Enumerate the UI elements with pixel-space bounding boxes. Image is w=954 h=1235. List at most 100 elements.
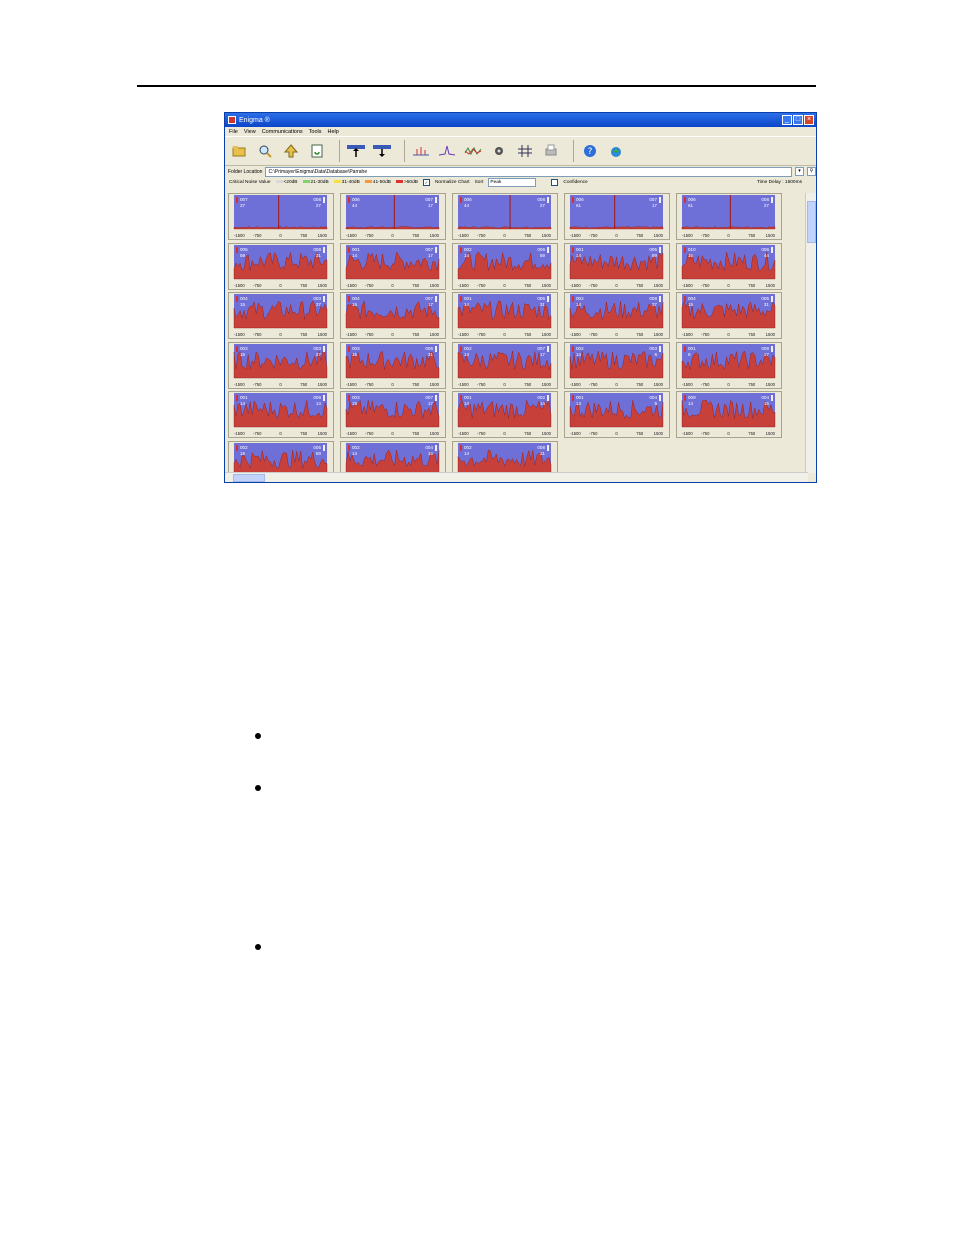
correlation-chart[interactable]: 001 008 8 27 -1500 -750 0 750 1500: [676, 341, 782, 389]
menu-tools[interactable]: Tools: [309, 129, 322, 135]
correlation-chart[interactable]: 005 008 59 31 -1500 -750 0 750 1500: [228, 242, 334, 290]
scroll-thumb[interactable]: [233, 474, 265, 482]
logger-id-right: 008: [537, 197, 545, 202]
vertical-scrollbar[interactable]: [805, 193, 816, 473]
noise-value-left: 14: [352, 253, 358, 258]
correlation-chart[interactable]: 001 005 14 59 -1500 -750 0 750 1500: [564, 242, 670, 290]
axis-tick-label: 750: [748, 233, 756, 238]
correlation-chart[interactable]: 001 007 14 17 -1500 -750 0 750 1500: [340, 242, 446, 290]
correlation-chart[interactable]: 007 008 37 27 -1500 -750 0 750 1500: [228, 193, 334, 240]
axis-tick-label: 0: [279, 283, 282, 288]
print-icon[interactable]: [541, 141, 561, 161]
axis-tick-label: -1500: [234, 332, 245, 337]
spectrum-icon[interactable]: [411, 141, 431, 161]
correlation-chart[interactable]: 006 008 61 27 -1500 -750 0 750 1500: [676, 193, 782, 240]
correlation-chart[interactable]: 004 003 15 27 -1500 -750 0 750 1500: [228, 292, 334, 339]
correlation-chart[interactable]: 009 004 14 15 -1500 -750 0 750 1500: [676, 391, 782, 438]
logger-id-right: 006: [425, 346, 433, 351]
help-icon[interactable]: ?: [580, 141, 600, 161]
logger-id-right: 007: [649, 197, 657, 202]
logger-marker: [323, 395, 325, 401]
menu-view[interactable]: View: [244, 129, 256, 135]
menu-communications[interactable]: Communications: [262, 129, 303, 135]
axis-tick-label: -750: [701, 332, 710, 337]
noise-value-right: 17: [652, 203, 658, 208]
axis-tick-label: 0: [391, 332, 394, 337]
correlation-chart[interactable]: 001 002 14 14 -1500 -750 0 750 1500: [452, 391, 558, 438]
axis-tick-label: -750: [253, 382, 262, 387]
noise-value-right: 59: [652, 253, 658, 258]
logger-marker: [572, 246, 574, 253]
horizontal-scrollbar[interactable]: [225, 472, 808, 482]
menu-help[interactable]: Help: [328, 129, 339, 135]
axis-tick-label: -750: [701, 283, 710, 288]
correlation-chart[interactable]: 001 009 14 14 -1500 -750 0 750 1500: [228, 391, 334, 438]
logger-marker: [348, 197, 350, 203]
correlation-chart[interactable]: 001 004 14 5 -1500 -750 0 750 1500: [564, 391, 670, 438]
title-bar[interactable]: Enigma ® _ □ ×: [225, 113, 816, 127]
maximize-button[interactable]: □: [793, 115, 803, 125]
refresh-icon[interactable]: [307, 141, 327, 161]
logger-id-left: 003: [240, 346, 248, 351]
axis-tick-label: 750: [412, 382, 420, 387]
peak-icon[interactable]: [437, 141, 457, 161]
bullet-point: [255, 733, 261, 739]
logger-marker: [547, 296, 549, 302]
close-button[interactable]: ×: [804, 115, 814, 125]
scroll-thumb[interactable]: [807, 201, 816, 243]
correlation-chart[interactable]: 006 007 61 17 -1500 -750 0 750 1500: [564, 193, 670, 240]
logger-id-right: 002: [537, 395, 545, 400]
noise-value-right: 17: [428, 401, 434, 406]
axis-tick-label: -1500: [458, 283, 469, 288]
axis-tick-label: -1500: [346, 431, 357, 436]
correlation-chart[interactable]: 002 007 14 17 -1500 -750 0 750 1500: [452, 341, 558, 389]
confidence-checkbox[interactable]: [551, 179, 559, 186]
axis-tick-label: -750: [253, 233, 262, 238]
menu-file[interactable]: File: [229, 129, 238, 135]
sort-select[interactable]: Peak: [488, 178, 537, 187]
correlation-chart[interactable]: 002 006 14 59 -1500 -750 0 750 1500: [452, 242, 558, 290]
correlation-chart[interactable]: 006 007 44 17 -1500 -750 0 750 1500: [340, 193, 446, 240]
axis-tick-label: 1500: [430, 382, 440, 387]
logger-marker: [236, 395, 238, 401]
disc-icon[interactable]: [489, 141, 509, 161]
correlation-chart[interactable]: 003 007 15 17 -1500 -750 0 750 1500: [340, 391, 446, 438]
axis-tick-label: 750: [748, 332, 756, 337]
axis-tick-label: 1500: [542, 233, 552, 238]
axis-tick-label: 1500: [766, 283, 776, 288]
axis-tick-label: -1500: [234, 233, 245, 238]
noise-value-right: 27: [540, 203, 546, 208]
correlation-chart[interactable]: 001 006 14 31 -1500 -750 0 750 1500: [452, 292, 558, 339]
logger-marker: [659, 345, 661, 352]
noise-value-right: 5: [654, 401, 657, 406]
correlation-chart[interactable]: 002 008 14 27 -1500 -750 0 750 1500: [564, 292, 670, 339]
correlation-chart[interactable]: 010 006 15 44 -1500 -750 0 750 1500: [676, 242, 782, 290]
minimize-button[interactable]: _: [782, 115, 792, 125]
logger-marker: [323, 246, 325, 253]
upload-icon[interactable]: [281, 141, 301, 161]
axis-tick-label: 1500: [542, 332, 552, 337]
correlation-chart[interactable]: 002 003 14 6 -1500 -750 0 750 1500: [564, 341, 670, 389]
upload-logger-icon[interactable]: [372, 141, 392, 161]
correlation-chart[interactable]: 004 005 15 31 -1500 -750 0 750 1500: [676, 292, 782, 339]
folder-location-input[interactable]: C:\Primayer\Enigma\Data\Database\Parrahe: [265, 166, 792, 177]
download-logger-icon[interactable]: [346, 141, 366, 161]
noise-value-left: 61: [576, 203, 582, 208]
network-icon[interactable]: [515, 141, 535, 161]
search-icon[interactable]: [255, 141, 275, 161]
axis-tick-label: 1500: [430, 332, 440, 337]
correlation-chart[interactable]: 003 003 15 27 -1500 -750 0 750 1500: [228, 341, 334, 389]
open-folder-icon[interactable]: [229, 141, 249, 161]
normalize-checkbox[interactable]: ✓: [422, 179, 430, 186]
axis-tick-label: -750: [253, 431, 262, 436]
dropdown-arrow-icon[interactable]: ▾: [795, 167, 804, 176]
globe-icon[interactable]: [606, 141, 626, 161]
noise-value-left: 14: [576, 352, 582, 357]
correlation-chart[interactable]: 003 006 15 31 -1500 -750 0 750 1500: [340, 341, 446, 389]
correlation-chart[interactable]: 006 008 44 27 -1500 -750 0 750 1500: [452, 193, 558, 240]
logger-id-left: 010: [688, 247, 696, 252]
wave-icon[interactable]: [463, 141, 483, 161]
axis-tick-label: -1500: [570, 431, 581, 436]
browse-folder-icon[interactable]: ⚲: [807, 167, 816, 176]
correlation-chart[interactable]: 004 007 15 17 -1500 -750 0 750 1500: [340, 292, 446, 339]
